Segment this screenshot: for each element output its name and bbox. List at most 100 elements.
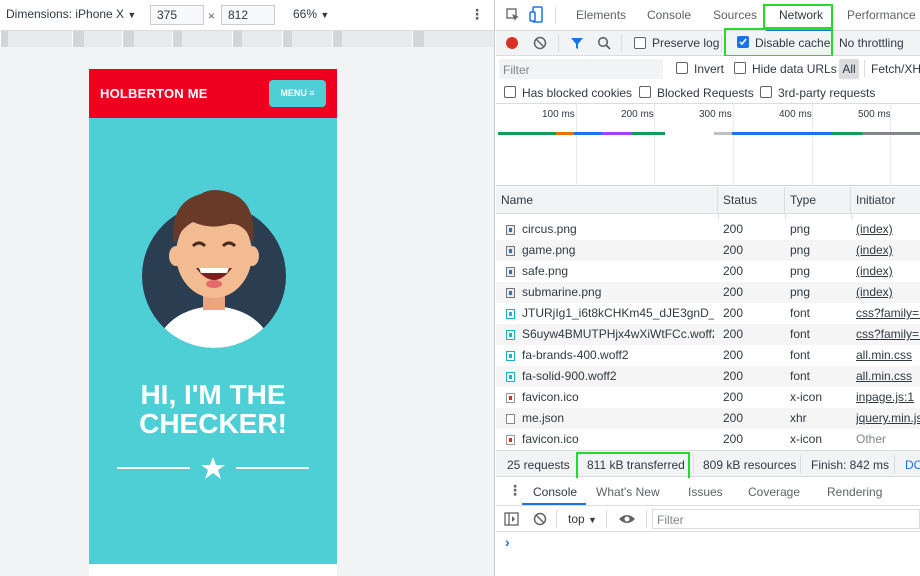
table-row[interactable]: me.json 200 xhr jquery.min.js (496, 408, 920, 429)
drawer-tab-console[interactable]: Console (533, 485, 577, 499)
phone-viewport: HOLBERTON ME MENU ≡ HI, I'M THE CHECKER! (89, 69, 337, 576)
tab-elements[interactable]: Elements (576, 8, 626, 22)
context-select[interactable]: top ▼ (568, 512, 597, 526)
site-brand[interactable]: HOLBERTON ME (100, 86, 208, 101)
preserve-log-checkbox[interactable] (634, 37, 646, 49)
timeline-overview[interactable]: 100 ms 200 ms 300 ms 400 ms 500 ms (496, 104, 920, 186)
blocked-cookies-checkbox[interactable] (504, 86, 516, 98)
more-options-icon[interactable]: ⋮ (470, 6, 484, 23)
blocked-requests-checkbox[interactable] (639, 86, 651, 98)
request-initiator[interactable]: (index) (856, 219, 920, 240)
filter-icon[interactable] (570, 36, 584, 50)
table-row[interactable]: submarine.png 200 png (index) (496, 282, 920, 303)
request-initiator[interactable]: inpage.js:1 (856, 387, 920, 408)
drawer-tab-whats-new[interactable]: What's New (596, 485, 660, 499)
request-name: fa-brands-400.woff2 (522, 348, 629, 362)
filter-fetch-xhr-button[interactable]: Fetch/XH (871, 62, 920, 76)
network-filter-input[interactable]: Filter (499, 59, 663, 79)
eye-icon[interactable] (618, 513, 636, 525)
request-initiator[interactable]: all.min.css (856, 366, 920, 387)
timeline-bar (556, 132, 574, 135)
device-dimensions-select[interactable]: Dimensions: iPhone X ▼ (6, 7, 136, 21)
drawer-menu-icon[interactable]: ⋮ (508, 482, 522, 499)
device-width-input[interactable]: 375 (150, 5, 204, 25)
table-row[interactable]: game.png 200 png (index) (496, 240, 920, 261)
column-initiator[interactable]: Initiator (851, 187, 920, 214)
timeline-bar (862, 132, 920, 135)
column-type[interactable]: Type (785, 187, 851, 214)
font-file-icon (506, 309, 515, 319)
table-row[interactable]: circus.png 200 png (index) (496, 219, 920, 240)
filter-all-button[interactable]: All (839, 59, 859, 79)
drawer-tab-coverage[interactable]: Coverage (748, 485, 800, 499)
zoom-select[interactable]: 66% ▼ (293, 7, 329, 21)
inspect-element-icon[interactable] (506, 8, 520, 22)
request-table-body: circus.png 200 png (index) game.png 200 png (in… (496, 214, 920, 450)
menu-button[interactable]: MENU ≡ (269, 80, 326, 107)
ruler-segment[interactable] (282, 31, 292, 47)
table-row[interactable]: fa-brands-400.woff2 200 font all.min.css (496, 345, 920, 366)
network-status-bar: 25 requests 811 kB transferred 809 kB re… (496, 450, 920, 481)
ruler-segment[interactable] (172, 31, 182, 47)
throttling-select[interactable]: No throttling (839, 36, 904, 50)
request-name: favicon.ico (522, 390, 579, 404)
column-status[interactable]: Status (718, 187, 785, 214)
request-initiator[interactable]: css?family=M (856, 324, 920, 345)
ruler-segment[interactable] (232, 31, 242, 47)
tab-sources[interactable]: Sources (713, 8, 757, 22)
drawer-tab-issues[interactable]: Issues (688, 485, 723, 499)
chevron-down-icon: ▼ (127, 10, 137, 20)
request-initiator[interactable]: jquery.min.js (856, 408, 920, 429)
request-name: favicon.ico (522, 432, 579, 446)
invert-checkbox[interactable] (676, 62, 688, 74)
table-row[interactable]: safe.png 200 png (index) (496, 261, 920, 282)
clear-console-icon[interactable] (533, 512, 547, 526)
request-initiator[interactable]: css?family=M (856, 303, 920, 324)
ruler-segment[interactable] (332, 31, 342, 47)
search-icon[interactable] (597, 36, 611, 50)
third-party-checkbox[interactable] (760, 86, 772, 98)
sidebar-toggle-icon[interactable] (504, 512, 519, 526)
ruler-segment[interactable] (412, 31, 424, 47)
media-query-ruler (0, 31, 494, 47)
request-initiator[interactable]: (index) (856, 261, 920, 282)
ruler-segment[interactable] (0, 31, 8, 47)
divider-line (236, 467, 309, 469)
request-status: 200 (723, 327, 744, 341)
ruler-segment[interactable] (122, 31, 134, 47)
image-file-icon (506, 246, 515, 256)
ruler-segment[interactable] (72, 31, 84, 47)
separator (621, 35, 622, 52)
request-initiator[interactable]: (index) (856, 282, 920, 303)
divider-line (117, 467, 190, 469)
table-row[interactable]: S6uyw4BMUTPHjx4wXiWtFCc.woff2 200 font css?… (496, 324, 920, 345)
font-file-icon (506, 351, 515, 361)
request-initiator[interactable]: (index) (856, 240, 920, 261)
timeline-gridline (812, 104, 813, 186)
request-type: font (790, 369, 811, 383)
avatar (142, 190, 286, 348)
drawer-tab-rendering[interactable]: Rendering (827, 485, 882, 499)
document-file-icon (506, 414, 515, 424)
record-icon[interactable] (505, 36, 519, 50)
console-output[interactable]: › (496, 532, 920, 576)
device-height-input[interactable]: 812 (221, 5, 275, 25)
request-initiator[interactable]: all.min.css (856, 345, 920, 366)
separator (558, 35, 559, 52)
table-row[interactable]: favicon.ico 200 x-icon Other (496, 429, 920, 450)
clear-icon[interactable] (533, 36, 547, 50)
column-name[interactable]: Name (496, 187, 718, 214)
device-toggle-icon[interactable] (529, 6, 543, 23)
table-row[interactable]: JTURjIg1_i6t8kCHKm45_dJE3gnD_... 200 font c… (496, 303, 920, 324)
console-filter-input[interactable]: Filter (652, 509, 920, 529)
timeline-tick: 400 ms (779, 109, 812, 120)
request-type: x-icon (790, 432, 823, 446)
table-row[interactable]: fa-solid-900.woff2 200 font all.min.css (496, 366, 920, 387)
blocked-cookies-label: Has blocked cookies (522, 86, 633, 100)
drawer-tab-bar: ⋮ Console What's New Issues Coverage Ren… (496, 478, 920, 506)
tab-console[interactable]: Console (647, 8, 691, 22)
hide-data-urls-checkbox[interactable] (734, 62, 746, 74)
chevron-down-icon: ▼ (588, 515, 597, 525)
table-row[interactable]: favicon.ico 200 x-icon inpage.js:1 (496, 387, 920, 408)
tab-performance[interactable]: Performance (847, 8, 916, 22)
